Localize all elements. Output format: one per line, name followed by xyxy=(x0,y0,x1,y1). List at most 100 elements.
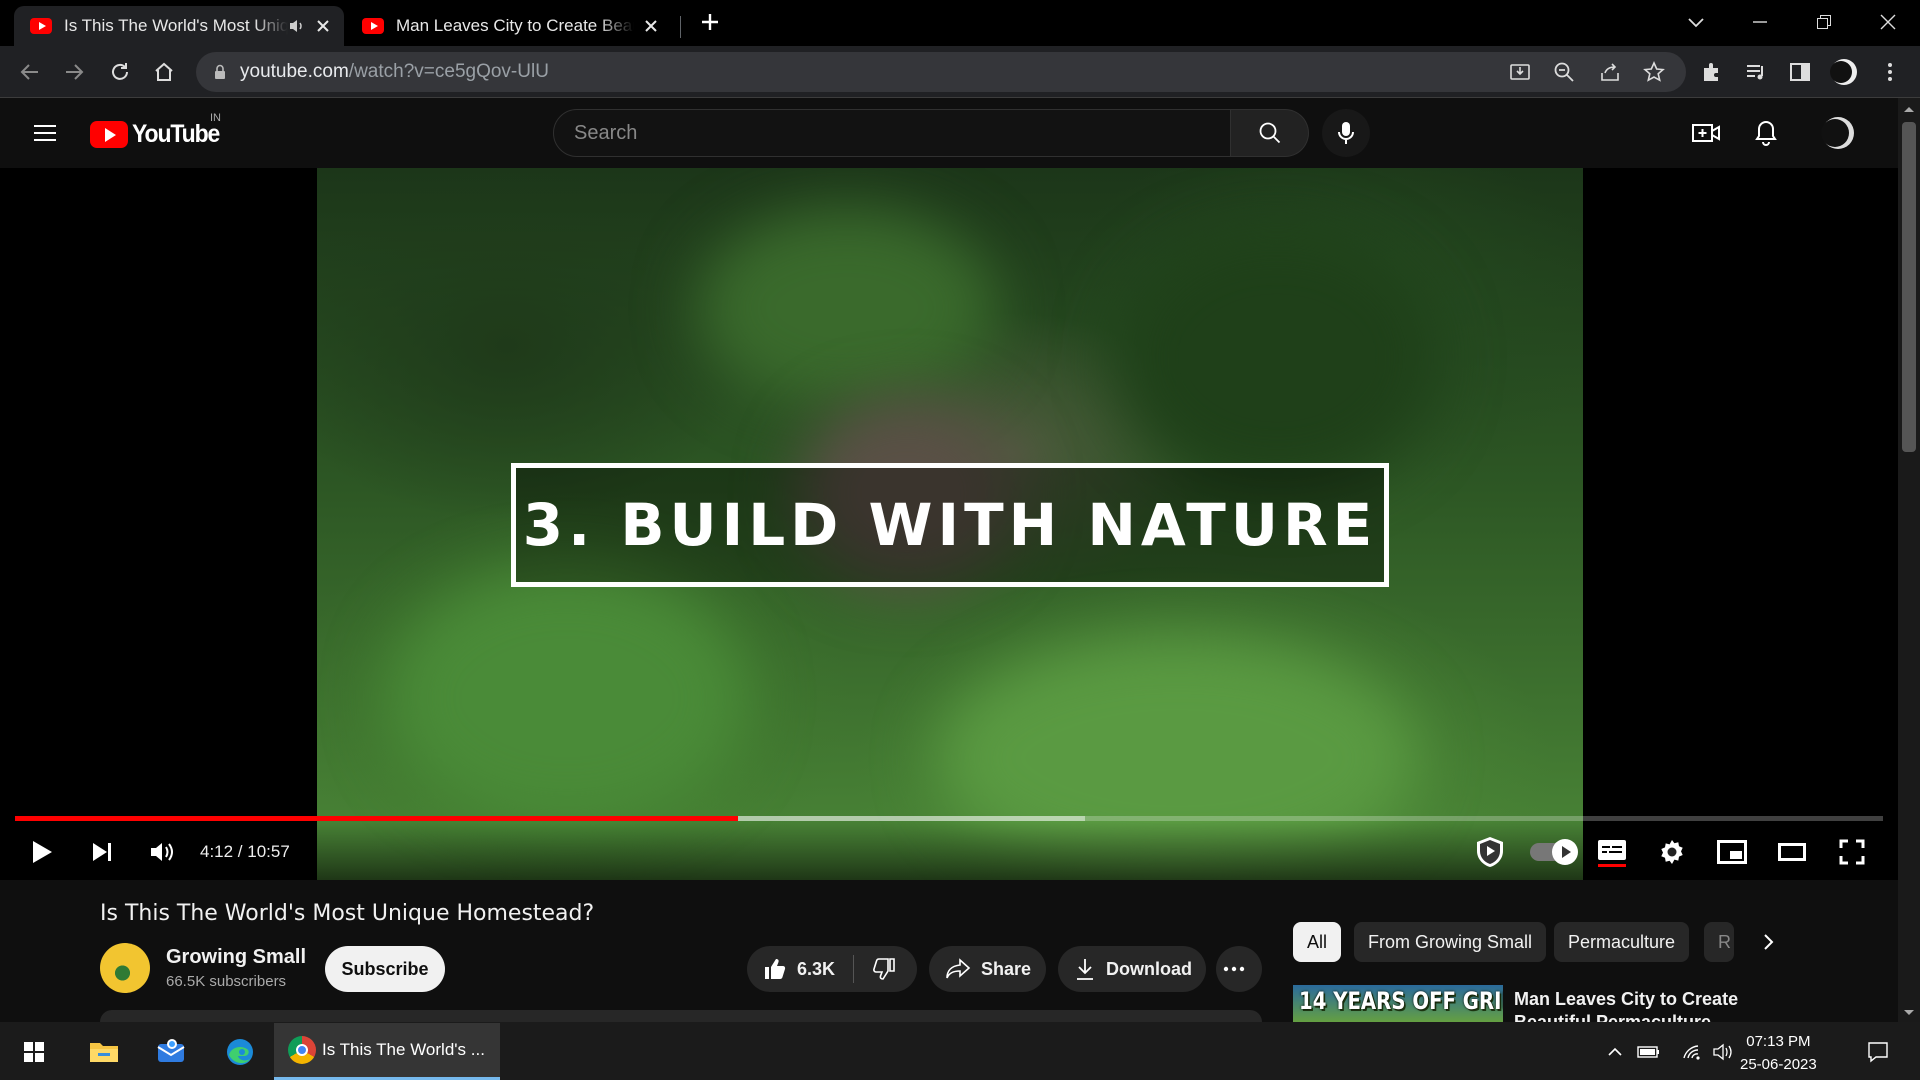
close-tab-icon[interactable] xyxy=(314,17,332,35)
avatar xyxy=(1830,59,1857,85)
speaker-icon[interactable] xyxy=(288,18,306,34)
file-explorer-button[interactable] xyxy=(78,1030,130,1074)
volume-button[interactable] xyxy=(140,830,184,874)
show-hidden-icons-button[interactable] xyxy=(1600,1030,1630,1074)
notification-icon xyxy=(1868,1042,1888,1063)
address-bar[interactable]: youtube.com/watch?v=ce5gQov-UlU xyxy=(196,52,1686,92)
browser-tab-1[interactable]: Is This The World's Most Unique Homestea… xyxy=(14,6,344,46)
home-button[interactable] xyxy=(148,56,180,88)
profile-button[interactable] xyxy=(1828,56,1860,88)
play-icon xyxy=(33,841,52,863)
wifi-button[interactable] xyxy=(1678,1030,1708,1074)
media-control-button[interactable] xyxy=(1740,56,1772,88)
mail-icon xyxy=(157,1039,185,1062)
chevron-up-icon xyxy=(1608,1047,1622,1056)
guide-menu-button[interactable] xyxy=(21,109,69,157)
side-panel-button[interactable] xyxy=(1784,56,1816,88)
restore-button[interactable] xyxy=(1794,0,1854,44)
more-horizontal-icon xyxy=(1223,966,1245,972)
taskbar-clock[interactable]: 07:13 PM 25-06-2023 xyxy=(1740,1030,1817,1076)
edge-button[interactable] xyxy=(214,1030,266,1074)
share-button[interactable]: Share xyxy=(929,946,1046,992)
scroll-down-icon[interactable] xyxy=(1898,1006,1920,1020)
taskbar-chrome-window[interactable]: Is This The World's ... xyxy=(274,1023,500,1080)
share-page-button[interactable] xyxy=(1594,56,1626,88)
zoom-button[interactable] xyxy=(1548,56,1580,88)
more-actions-button[interactable] xyxy=(1216,946,1262,992)
notifications-button[interactable] xyxy=(1742,109,1790,157)
scroll-up-icon[interactable] xyxy=(1898,102,1920,116)
back-button[interactable] xyxy=(14,56,46,88)
wifi-icon xyxy=(1683,1045,1700,1060)
volume-tray-button[interactable] xyxy=(1708,1030,1738,1074)
lock-icon[interactable] xyxy=(214,64,226,80)
create-button[interactable] xyxy=(1682,109,1730,157)
search-button[interactable] xyxy=(1231,109,1309,157)
progress-bar[interactable] xyxy=(15,816,1883,821)
autoplay-toggle[interactable] xyxy=(1524,830,1580,874)
close-tab-icon[interactable] xyxy=(642,17,660,35)
channel-name[interactable]: Growing Small xyxy=(166,946,306,969)
theater-mode-button[interactable] xyxy=(1770,830,1814,874)
battery-button[interactable] xyxy=(1634,1030,1664,1074)
like-count[interactable]: 6.3K xyxy=(797,959,835,980)
chip-partial[interactable]: R xyxy=(1704,922,1734,962)
browser-tab-2[interactable]: Man Leaves City to Create Beautiful Perm… xyxy=(346,6,672,46)
fullscreen-button[interactable] xyxy=(1830,830,1874,874)
forward-button[interactable] xyxy=(58,56,90,88)
thumbs-down-icon[interactable] xyxy=(872,957,896,981)
youtube-masthead: YouTube IN xyxy=(0,98,1898,168)
tab-search-button[interactable] xyxy=(1666,0,1726,44)
restore-icon xyxy=(1817,15,1831,29)
clock-date: 25-06-2023 xyxy=(1740,1056,1817,1073)
share-arrow-icon xyxy=(946,958,971,979)
settings-button[interactable] xyxy=(1650,830,1694,874)
reload-icon xyxy=(112,63,128,80)
chip-permaculture[interactable]: Permaculture xyxy=(1554,922,1690,962)
miniplayer-button[interactable] xyxy=(1710,830,1754,874)
autoplay-play-icon xyxy=(1552,839,1578,865)
channel-avatar[interactable] xyxy=(100,943,150,993)
youtube-logo[interactable]: YouTube IN xyxy=(90,112,227,149)
search-input[interactable] xyxy=(574,121,1230,145)
scrollbar-thumb[interactable] xyxy=(1902,122,1916,452)
share-icon xyxy=(1601,63,1619,81)
voice-search-button[interactable] xyxy=(1322,109,1370,157)
next-button[interactable] xyxy=(80,830,124,874)
video-player[interactable]: 3. BUILD WITH NATURE 4:12 / 10:57 xyxy=(0,168,1898,880)
play-button[interactable] xyxy=(20,830,64,874)
shield-play-icon xyxy=(1477,837,1503,867)
chip-from-growing-small[interactable]: From Growing Small xyxy=(1354,922,1547,962)
battery-icon xyxy=(1637,1046,1659,1058)
account-button[interactable] xyxy=(1814,109,1862,157)
minimize-button[interactable] xyxy=(1730,0,1790,44)
browser-menu-button[interactable] xyxy=(1874,56,1906,88)
install-app-button[interactable] xyxy=(1504,56,1536,88)
foliage-shape xyxy=(387,568,747,828)
notification-center-button[interactable] xyxy=(1852,1030,1904,1074)
chips-next-button[interactable] xyxy=(1752,926,1784,958)
start-button[interactable] xyxy=(8,1030,60,1074)
recommended-video-thumbnail[interactable]: 14 YEARS OFF GRID xyxy=(1293,985,1503,1023)
download-button[interactable]: Download xyxy=(1058,946,1206,992)
install-icon xyxy=(1510,64,1530,80)
time-display: 4:12 / 10:57 xyxy=(200,842,290,861)
ad-shield-button[interactable] xyxy=(1468,830,1512,874)
like-divider xyxy=(853,955,855,983)
mail-button[interactable] xyxy=(146,1030,198,1074)
subtitles-icon xyxy=(1598,840,1626,867)
subtitles-button[interactable] xyxy=(1590,830,1634,874)
bookmark-button[interactable] xyxy=(1638,56,1670,88)
subscribe-button[interactable]: Subscribe xyxy=(325,946,445,992)
playlist-icon xyxy=(1747,65,1763,80)
close-window-button[interactable] xyxy=(1858,0,1918,44)
recommended-video-title[interactable]: Man Leaves City to Create Beautiful Perm… xyxy=(1514,988,1754,1026)
thumbs-up-icon[interactable] xyxy=(763,957,787,981)
youtube-play-logo-icon xyxy=(90,121,128,148)
new-tab-button[interactable] xyxy=(680,0,740,44)
thumbnail-text: 14 YEARS OFF GRID xyxy=(1299,987,1503,1015)
reload-button[interactable] xyxy=(104,56,136,88)
page-scrollbar[interactable] xyxy=(1898,98,1920,1022)
chip-all[interactable]: All xyxy=(1293,922,1342,962)
extensions-button[interactable] xyxy=(1696,56,1728,88)
